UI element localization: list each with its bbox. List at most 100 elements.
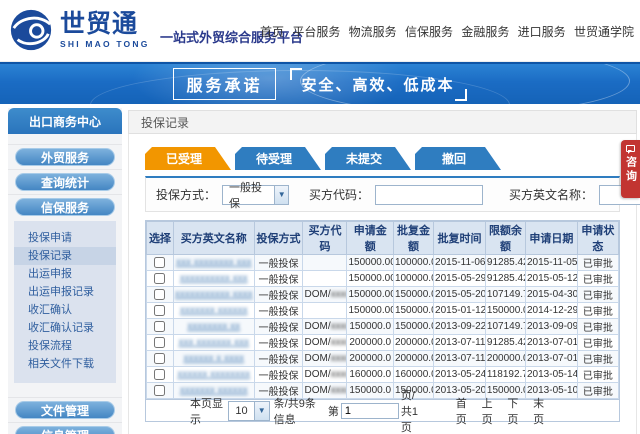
status-tab[interactable]: 已受理 (145, 147, 231, 170)
cell-apply-amount: 150000.00 (347, 255, 393, 271)
sidebar-group-button[interactable]: 查询统计 (15, 173, 115, 191)
buyer-name-link[interactable]: xxxxxxxxxxx xxxx (175, 289, 253, 300)
cell-approved-amount: 150000.0 (393, 319, 433, 335)
nav-item[interactable]: 平台服务 (290, 19, 342, 44)
row-checkbox[interactable] (154, 321, 165, 332)
nav-item[interactable]: 物流服务 (347, 19, 399, 44)
cell-approve-date: 2013-09-22 (434, 319, 486, 335)
cell-status: 已审批 (577, 319, 618, 335)
cell-apply-amount: 200000.0 (347, 335, 393, 351)
cell-method: 一般投保 (254, 335, 303, 351)
buyer-name-link[interactable]: xxxxxxxx xx (187, 321, 240, 332)
table-row: xxxxxx x xxxx 一般投保 DOM/xxxxx 200000.0 20… (147, 351, 619, 367)
buyer-name-link[interactable]: xxx xxxxxxx xxx (178, 337, 249, 348)
cell-apply-date: 2015-11-05 (526, 255, 578, 271)
status-tab[interactable]: 待受理 (235, 147, 321, 170)
top-nav: 首页平台服务物流服务信保服务金融服务进口服务世贸通学院 (258, 0, 636, 62)
cell-limit-balance: 91285.42 (485, 255, 525, 271)
nav-item[interactable]: 世贸通学院 (572, 19, 636, 44)
table-row: xxx xxxxxxxx xxx 一般投保 150000.00 100000.0… (147, 255, 619, 271)
column-header: 批复时间 (434, 222, 486, 255)
cell-buyer-code (303, 303, 347, 319)
cell-method: 一般投保 (254, 351, 303, 367)
sidebar-submenu-item[interactable]: 出运申报 (14, 265, 116, 283)
cell-approve-date: 2013-07-11 (434, 351, 486, 367)
cell-approve-date: 2013-05-24 (434, 367, 486, 383)
sidebar-submenu: 投保申请 投保记录 出运申报 出运申报记录 收汇确认 收汇确认记录 投保流程 相… (14, 221, 116, 383)
sidebar-group-button[interactable]: 信保服务 (15, 198, 115, 216)
chat-icon (626, 145, 635, 152)
cell-approve-date: 2015-11-06 (434, 255, 486, 271)
row-checkbox[interactable] (154, 337, 165, 348)
cell-apply-amount: 160000.0 (347, 367, 393, 383)
sidebar-submenu-item[interactable]: 收汇确认 (14, 301, 116, 319)
dropdown-arrow-icon: ▼ (254, 402, 269, 420)
pagination-link[interactable]: 下页 (507, 395, 525, 427)
cell-method: 一般投保 (254, 271, 303, 287)
cell-approve-date: 2015-01-12 (434, 303, 486, 319)
sidebar-submenu-item[interactable]: 投保申请 (14, 229, 116, 247)
cell-apply-amount: 200000.0 (347, 351, 393, 367)
sidebar-submenu-item[interactable]: 投保流程 (14, 337, 116, 355)
table-row: xxxxxxxxxx xxx 一般投保 150000.00 100000.0 2… (147, 271, 619, 287)
banner-badge: 服务承诺 (173, 68, 275, 100)
cell-approve-date: 2013-07-11 (434, 335, 486, 351)
row-checkbox[interactable] (154, 273, 165, 284)
buyer-name-link[interactable]: xxx xxxxxxxx xxx (176, 257, 252, 268)
buyer-name-link[interactable]: xxxxxxx xxxxxx (180, 305, 248, 316)
table-row: xxxxxxxxxxx xxxx 一般投保 DOM/xxxxx 150000.0… (147, 287, 619, 303)
row-checkbox[interactable] (154, 305, 165, 316)
sidebar-groups-top: 外贸服务 查询统计 信保服务 (8, 144, 122, 219)
sidebar: 出口商务中心 外贸服务 查询统计 信保服务 投保申请 投保记录 出运申报 (8, 108, 122, 434)
cell-limit-balance: 118192.75 (485, 367, 525, 383)
sidebar-group-button[interactable]: 文件管理 (15, 401, 115, 419)
consult-label: 咨询 (623, 156, 639, 184)
table-row: xxx xxxxxxx xxx 一般投保 DOM/xxxxx 200000.0 … (147, 335, 619, 351)
cell-apply-amount: 150000.0 (347, 319, 393, 335)
column-header: 买方英文名称 (173, 222, 254, 255)
row-checkbox[interactable] (154, 369, 165, 380)
nav-item[interactable]: 进口服务 (516, 19, 568, 44)
cell-apply-date: 2013-07-01 (526, 351, 578, 367)
nav-item[interactable]: 金融服务 (459, 19, 511, 44)
cell-apply-amount: 150000.00 (347, 287, 393, 303)
status-tab[interactable]: 撤回 (415, 147, 501, 170)
sidebar-group-button[interactable]: 信息管理 (15, 426, 115, 434)
consult-button[interactable]: 咨询 (621, 140, 640, 198)
pagination-link[interactable]: 首页 (456, 395, 474, 427)
brand-logo[interactable]: 世贸通 SHI MAO TONG (8, 7, 150, 53)
cell-status: 已审批 (577, 351, 618, 367)
buyer-name-link[interactable]: xxxxxx x xxxx (183, 353, 244, 364)
cell-buyer-code: DOM/xxxxx (303, 287, 347, 303)
sidebar-submenu-item[interactable]: 出运申报记录 (14, 283, 116, 301)
nav-item[interactable]: 信保服务 (403, 19, 455, 44)
buyer-code-input[interactable] (375, 185, 483, 205)
pagination-link[interactable]: 末页 (533, 395, 551, 427)
cell-limit-balance: 150000.0 (485, 303, 525, 319)
page-number-input[interactable] (341, 403, 399, 419)
buyer-name-link[interactable]: xxxxxxxxxx xxx (180, 273, 248, 284)
banner-slogan: 安全、高效、低成本 (290, 68, 467, 101)
page-total: 页/共1页 (401, 387, 426, 434)
sidebar-submenu-item[interactable]: 收汇确认记录 (14, 319, 116, 337)
row-checkbox[interactable] (154, 289, 165, 300)
sidebar-submenu-item[interactable]: 相关文件下载 (14, 355, 116, 373)
buyer-name-link[interactable]: xxxxxxx xxxxxx (180, 385, 248, 396)
insure-method-select[interactable]: 一般投保 ▼ (222, 185, 289, 205)
cell-status: 已审批 (577, 383, 618, 399)
cell-apply-date: 2015-04-30 (526, 287, 578, 303)
row-checkbox[interactable] (154, 385, 165, 396)
status-tab[interactable]: 未提交 (325, 147, 411, 170)
pagination-link[interactable]: 上页 (482, 395, 500, 427)
nav-item[interactable]: 首页 (258, 19, 286, 44)
page-size-select[interactable]: 10 ▼ (228, 401, 269, 421)
buyer-name-link[interactable]: xxxxxx xxxxxxxx (177, 369, 250, 380)
row-checkbox[interactable] (154, 353, 165, 364)
cell-approve-date: 2015-05-29 (434, 271, 486, 287)
sidebar-submenu-item[interactable]: 投保记录 (14, 247, 116, 265)
sidebar-group-button[interactable]: 外贸服务 (15, 148, 115, 166)
row-checkbox[interactable] (154, 257, 165, 268)
table-header-row: 选择买方英文名称投保方式买方代码申请金额批复金额批复时间限额余额申请日期申请状态 (147, 222, 619, 255)
buyer-name-label: 买方英文名称： (509, 186, 593, 203)
globe-icon (8, 7, 54, 53)
